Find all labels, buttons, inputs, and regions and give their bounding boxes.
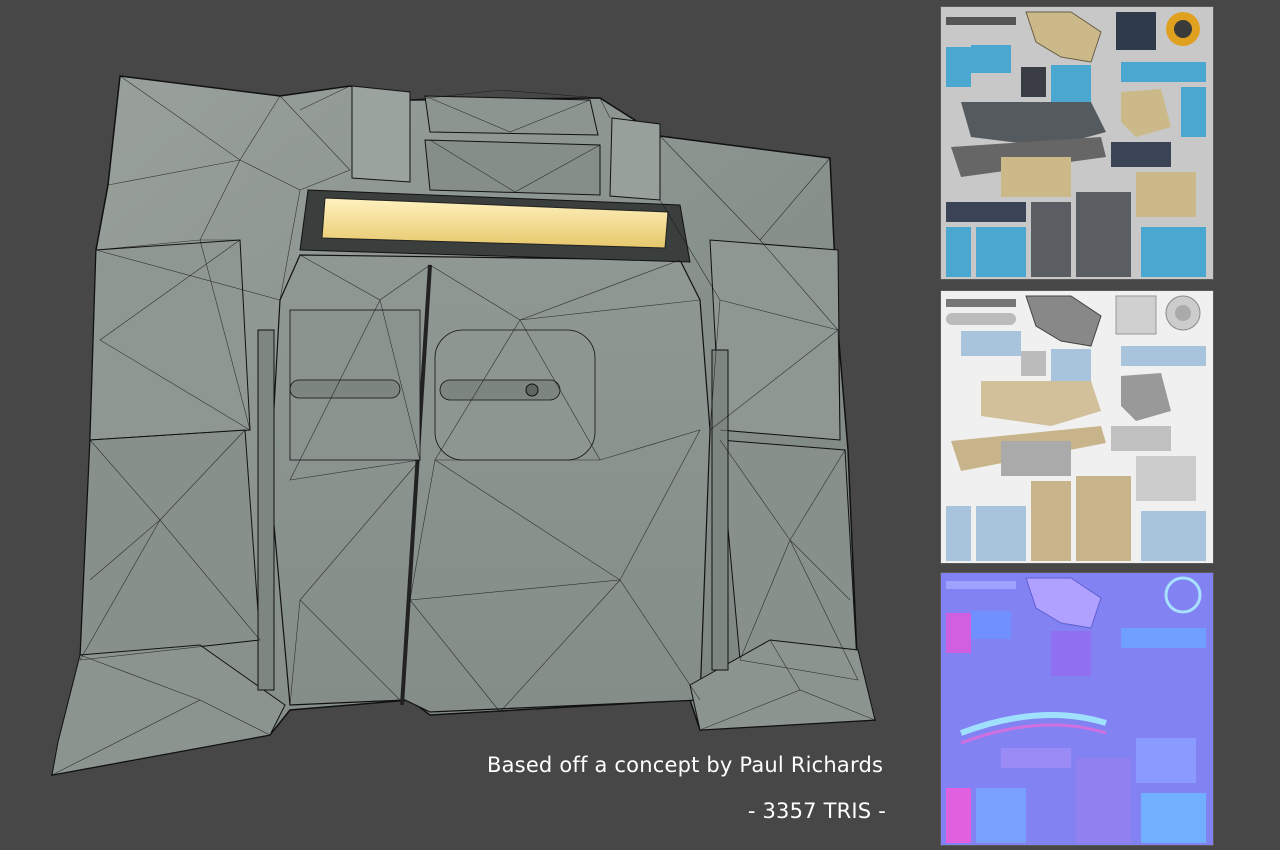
top-block-right: [609, 117, 661, 201]
sci-fi-door-model: [50, 75, 877, 776]
diffuse-map: [941, 7, 1213, 279]
specular-map-thumbnail[interactable]: [940, 290, 1214, 564]
handrail-left: [257, 329, 275, 691]
diffuse-map-thumbnail[interactable]: [940, 6, 1214, 280]
credit-caption: Based off a concept by Paul Richards: [487, 753, 884, 777]
pillar-left-lower: [79, 429, 261, 661]
specular-map: [941, 291, 1213, 563]
top-block-left: [351, 85, 411, 183]
normal-map: [941, 573, 1213, 845]
triangle-count: - 3357 TRIS -: [747, 799, 886, 823]
door-lock: [525, 383, 539, 397]
normal-map-thumbnail[interactable]: [940, 572, 1214, 846]
model-viewport[interactable]: [0, 0, 920, 850]
top-block-center-upper: [424, 95, 599, 136]
top-block-center-lower: [424, 139, 601, 196]
pillar-right: [709, 239, 841, 441]
door-slot: [289, 379, 401, 399]
door-slot-right: [439, 379, 561, 401]
handrail-right: [711, 349, 729, 671]
